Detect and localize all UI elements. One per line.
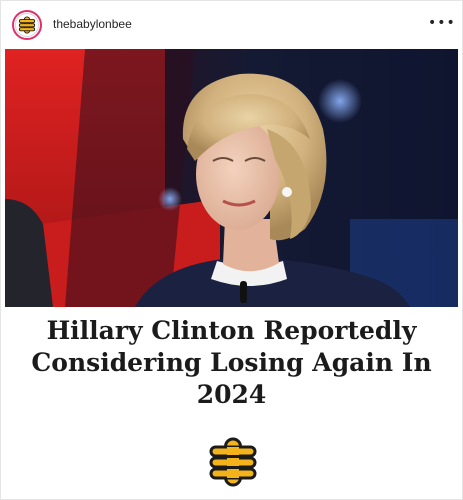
more-options-icon[interactable]: ••• [428,13,455,33]
post-headline: Hillary Clinton Reportedly Considering L… [31,316,432,409]
profile-avatar[interactable] [12,10,42,40]
post-header: thebabylonbee ••• [1,1,462,49]
instagram-post: thebabylonbee ••• Hillary Clinton Report… [0,0,463,500]
bee-logo-icon [209,437,257,487]
post-photo [5,49,458,307]
photo-illustration [5,49,458,307]
bee-logo-icon [18,16,36,34]
username-link[interactable]: thebabylonbee [53,16,132,32]
babylon-bee-logo [208,437,258,487]
avatar-image [15,13,39,37]
